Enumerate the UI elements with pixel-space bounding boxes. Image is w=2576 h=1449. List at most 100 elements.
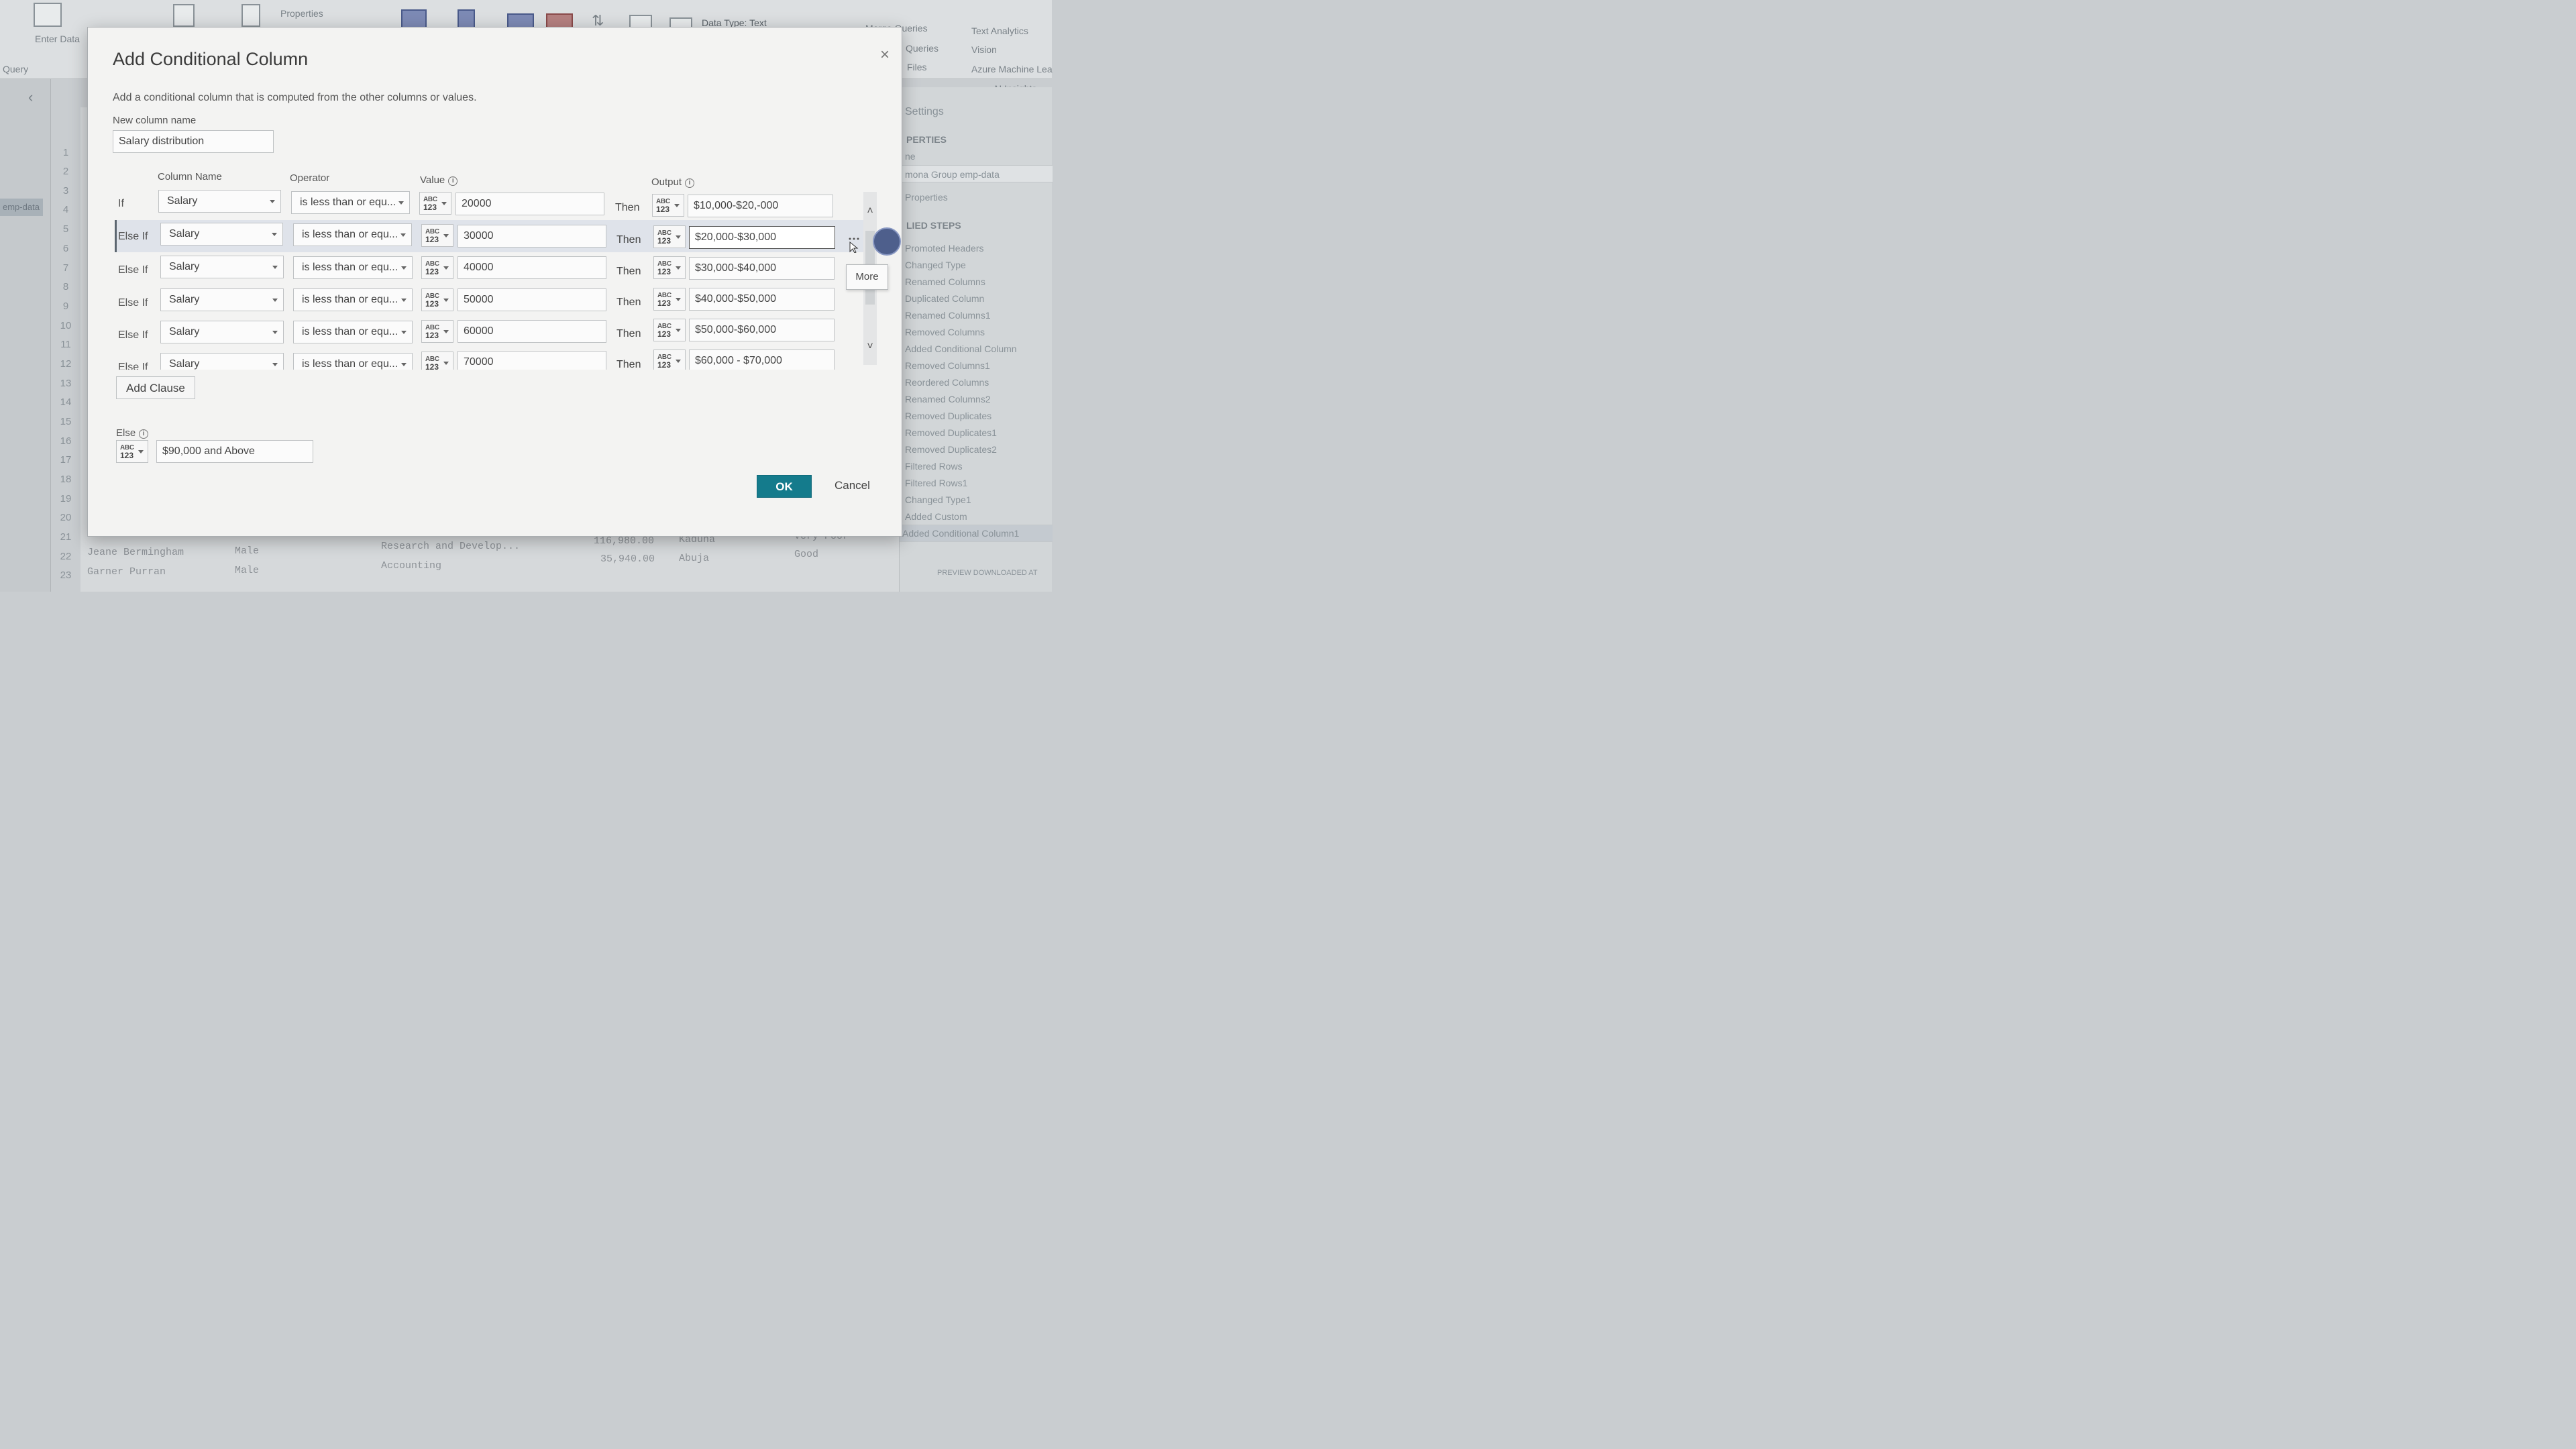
- applied-step[interactable]: Removed Duplicates2: [905, 444, 997, 455]
- operator-select[interactable]: is less than or equ...: [293, 288, 413, 311]
- new-column-name-input[interactable]: Salary distribution: [113, 130, 274, 153]
- applied-step[interactable]: Removed Columns: [905, 327, 985, 337]
- enter-data-icon[interactable]: [34, 3, 62, 27]
- operator-select[interactable]: is less than or equ...: [293, 256, 413, 279]
- column-name-select[interactable]: Salary: [158, 190, 281, 213]
- operator-select[interactable]: is less than or equ...: [293, 353, 413, 370]
- applied-step[interactable]: Removed Columns1: [905, 360, 990, 371]
- chevron-down-icon: [443, 266, 449, 270]
- value-input[interactable]: 40000: [458, 256, 606, 279]
- column-name-select[interactable]: Salary: [160, 353, 284, 370]
- collapse-arrow-icon[interactable]: ‹: [28, 89, 33, 106]
- ok-button[interactable]: OK: [757, 475, 812, 498]
- value-input[interactable]: 20000: [455, 193, 604, 215]
- column-name-select[interactable]: Salary: [160, 256, 284, 278]
- close-icon[interactable]: ×: [877, 47, 892, 63]
- output-input[interactable]: $60,000 - $70,000: [689, 350, 835, 370]
- value-type-button[interactable]: ABC 123: [421, 256, 453, 279]
- output-type-button[interactable]: ABC 123: [653, 288, 686, 311]
- column-name-select[interactable]: Salary: [160, 288, 284, 311]
- else-output-input[interactable]: $90,000 and Above: [156, 440, 313, 463]
- applied-step[interactable]: Promoted Headers: [905, 243, 984, 254]
- applied-step[interactable]: Changed Type: [905, 260, 966, 270]
- cancel-button[interactable]: Cancel: [824, 474, 880, 496]
- chevron-down-icon: [443, 330, 449, 333]
- value-input[interactable]: 60000: [458, 320, 606, 343]
- value-input[interactable]: 70000: [458, 351, 606, 370]
- value-input[interactable]: 50000: [458, 288, 606, 311]
- type-123: 123: [657, 360, 672, 370]
- clause-label: Else If: [118, 329, 148, 341]
- output-input[interactable]: $30,000-$40,000: [689, 257, 835, 280]
- chevron-down-icon: [676, 235, 681, 239]
- output-type-button[interactable]: ABC 123: [653, 225, 686, 248]
- table-icon[interactable]: [173, 4, 195, 27]
- chevron-down-icon: [272, 233, 277, 236]
- azure-ml[interactable]: Azure Machine Lea: [971, 64, 1053, 74]
- applied-step[interactable]: Added Conditional Column: [905, 343, 1017, 354]
- combine-files[interactable]: Files: [907, 62, 927, 72]
- operator-header: Operator: [290, 172, 330, 184]
- type-123: 123: [657, 236, 672, 246]
- output-input[interactable]: $50,000-$60,000: [689, 319, 835, 341]
- row-number: 18: [60, 474, 72, 485]
- output-type-button[interactable]: ABC 123: [653, 256, 686, 279]
- column-name-select[interactable]: Salary: [160, 321, 284, 343]
- chevron-down-icon[interactable]: ˅: [865, 341, 875, 352]
- text-analytics[interactable]: Text Analytics: [971, 25, 1028, 36]
- row-number: 20: [60, 512, 72, 523]
- document-icon[interactable]: [241, 4, 260, 27]
- add-clause-button[interactable]: Add Clause: [116, 376, 195, 399]
- query-emp-data[interactable]: emp-data: [0, 199, 43, 216]
- query-name-value: mona Group emp-data: [905, 169, 1000, 180]
- operator-select[interactable]: is less than or equ...: [293, 223, 412, 246]
- row-number: 13: [60, 378, 72, 389]
- applied-step[interactable]: Renamed Columns: [905, 276, 985, 287]
- value-type-button[interactable]: ABC 123: [421, 320, 453, 343]
- else-type-button[interactable]: ABC 123: [116, 440, 148, 463]
- then-label: Then: [616, 234, 641, 246]
- value-type-button[interactable]: ABC 123: [421, 352, 453, 370]
- output-input[interactable]: $10,000-$20,-000: [688, 195, 833, 217]
- name-label: ne: [905, 151, 916, 162]
- chevron-up-icon[interactable]: ˄: [865, 206, 875, 217]
- grammarly-icon[interactable]: [873, 227, 901, 256]
- row-number: 16: [60, 435, 72, 447]
- applied-step[interactable]: Filtered Rows: [905, 461, 963, 472]
- applied-step[interactable]: Renamed Columns2: [905, 394, 991, 405]
- append-queries[interactable]: Queries: [906, 43, 938, 54]
- operator-select[interactable]: is less than or equ...: [291, 191, 410, 214]
- applied-step[interactable]: Changed Type1: [905, 494, 971, 505]
- output-input[interactable]: $20,000-$30,000: [689, 226, 835, 249]
- vision[interactable]: Vision: [971, 44, 997, 55]
- all-properties-link[interactable]: Properties: [905, 192, 948, 203]
- applied-step[interactable]: Filtered Rows1: [905, 478, 967, 488]
- row-number: 19: [60, 493, 72, 504]
- applied-step[interactable]: Renamed Columns1: [905, 310, 991, 321]
- applied-step[interactable]: Removed Duplicates1: [905, 427, 997, 438]
- applied-step[interactable]: Removed Duplicates: [905, 411, 991, 421]
- ribbon-properties[interactable]: Properties: [280, 8, 323, 19]
- output-type-button[interactable]: ABC 123: [653, 319, 686, 341]
- row-number: 2: [62, 166, 69, 177]
- applied-step[interactable]: Added Custom: [905, 511, 967, 522]
- output-input[interactable]: $40,000-$50,000: [689, 288, 835, 311]
- operator-select[interactable]: is less than or equ...: [293, 321, 413, 343]
- selected-step-row[interactable]: Added Conditional Column1: [900, 525, 1053, 542]
- value-input[interactable]: 30000: [458, 225, 606, 248]
- ribbon-enter-data[interactable]: Enter Data: [35, 34, 80, 44]
- more-options-icon[interactable]: [848, 237, 860, 253]
- applied-step[interactable]: Duplicated Column: [905, 293, 984, 304]
- row-number: 4: [62, 204, 69, 215]
- value-type-button[interactable]: ABC 123: [419, 192, 451, 215]
- row-number: 5: [62, 223, 69, 235]
- applied-step-selected[interactable]: Added Conditional Column1: [902, 528, 1019, 539]
- query-name-field[interactable]: mona Group emp-data: [900, 165, 1053, 182]
- column-name-select[interactable]: Salary: [160, 223, 283, 246]
- value-type-button[interactable]: ABC 123: [421, 288, 453, 311]
- chevron-down-icon: [400, 233, 406, 237]
- output-type-button[interactable]: ABC 123: [652, 194, 684, 217]
- output-type-button[interactable]: ABC 123: [653, 350, 686, 370]
- applied-step[interactable]: Reordered Columns: [905, 377, 989, 388]
- value-type-button[interactable]: ABC 123: [421, 224, 453, 247]
